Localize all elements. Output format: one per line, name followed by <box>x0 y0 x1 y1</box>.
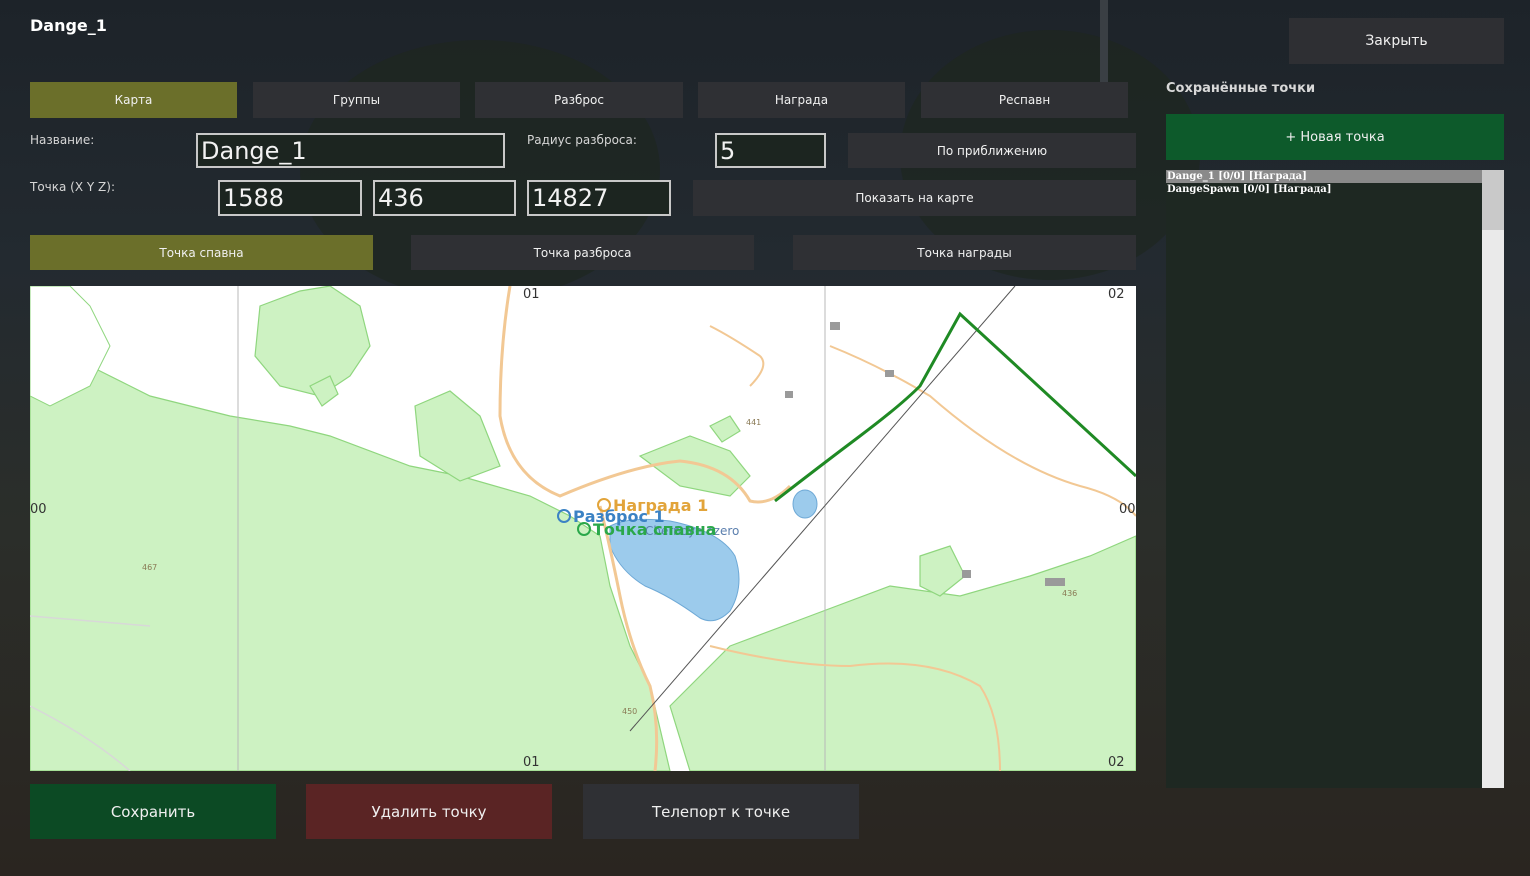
radius-input[interactable] <box>715 133 826 168</box>
grid-label-bottom-right: 02 <box>1108 755 1125 770</box>
building <box>830 322 840 330</box>
name-label: Название: <box>30 133 95 147</box>
show-on-map-button[interactable]: Показать на карте <box>693 180 1136 216</box>
x-input[interactable] <box>218 180 362 216</box>
spread-point-button[interactable]: Точка разброса <box>411 235 754 270</box>
grid-label-left: 00 <box>30 502 47 517</box>
saved-point-item[interactable]: DangeSpawn [0/0] [Награда] <box>1166 183 1482 196</box>
pond <box>792 489 818 519</box>
spawn-marker-label: Точка спавна <box>593 520 716 539</box>
name-input[interactable] <box>196 133 505 168</box>
elevation-label: 450 <box>622 707 637 716</box>
grid-label-top-right: 02 <box>1108 287 1125 302</box>
forest-area <box>30 345 671 771</box>
elevation-label: 436 <box>1062 589 1077 598</box>
point-label: Точка (X Y Z): <box>30 180 115 194</box>
elevation-label: 441 <box>746 418 761 427</box>
forest-area <box>919 545 966 597</box>
delete-point-button[interactable]: Удалить точку <box>306 784 552 839</box>
road <box>829 345 1136 517</box>
z-input[interactable] <box>527 180 671 216</box>
map-canvas: 01 02 01 02 00 00 467 441 436 450 Cherno… <box>30 286 1136 771</box>
map-view[interactable]: 01 02 01 02 00 00 467 441 436 450 Cherno… <box>30 286 1136 771</box>
spawn-point-button[interactable]: Точка спавна <box>30 235 373 270</box>
elevation-label: 467 <box>142 563 157 572</box>
grid-label-right: 00 <box>1119 502 1136 517</box>
window-title: Dange_1 <box>30 16 107 35</box>
building <box>962 570 971 578</box>
teleport-button[interactable]: Телепорт к точке <box>583 784 859 839</box>
building <box>1045 578 1065 586</box>
list-scrollbar[interactable] <box>1482 170 1504 788</box>
grid-label-top-left: 01 <box>523 287 540 302</box>
new-point-button[interactable]: + Новая точка <box>1166 114 1504 160</box>
building <box>885 370 894 377</box>
tab-spread[interactable]: Разброс <box>475 82 683 118</box>
list-scrollbar-thumb[interactable] <box>1482 170 1504 230</box>
grid-label-bottom-left: 01 <box>523 755 540 770</box>
saved-point-item[interactable]: Dange_1 [0/0] [Награда] <box>1166 170 1482 183</box>
tab-map[interactable]: Карта <box>30 82 237 118</box>
close-button[interactable]: Закрыть <box>1289 18 1504 64</box>
saved-points-list[interactable]: Dange_1 [0/0] [Награда] DangeSpawn [0/0]… <box>1166 170 1482 788</box>
forest-patch <box>709 415 741 443</box>
save-button[interactable]: Сохранить <box>30 784 276 839</box>
route-line <box>774 311 1136 503</box>
background-pole <box>1100 0 1108 90</box>
y-input[interactable] <box>373 180 516 216</box>
tab-groups[interactable]: Группы <box>253 82 460 118</box>
radius-label: Радиус разброса: <box>527 133 637 147</box>
building <box>785 391 793 398</box>
road <box>498 286 792 504</box>
nearby-button[interactable]: По приближению <box>848 133 1136 168</box>
tab-respawn[interactable]: Респавн <box>921 82 1128 118</box>
tab-reward[interactable]: Награда <box>698 82 905 118</box>
forest-area <box>414 390 501 482</box>
reward-point-button[interactable]: Точка награды <box>793 235 1136 270</box>
forest-area <box>254 286 371 397</box>
saved-points-title: Сохранённые точки <box>1166 81 1316 96</box>
road <box>709 325 765 387</box>
